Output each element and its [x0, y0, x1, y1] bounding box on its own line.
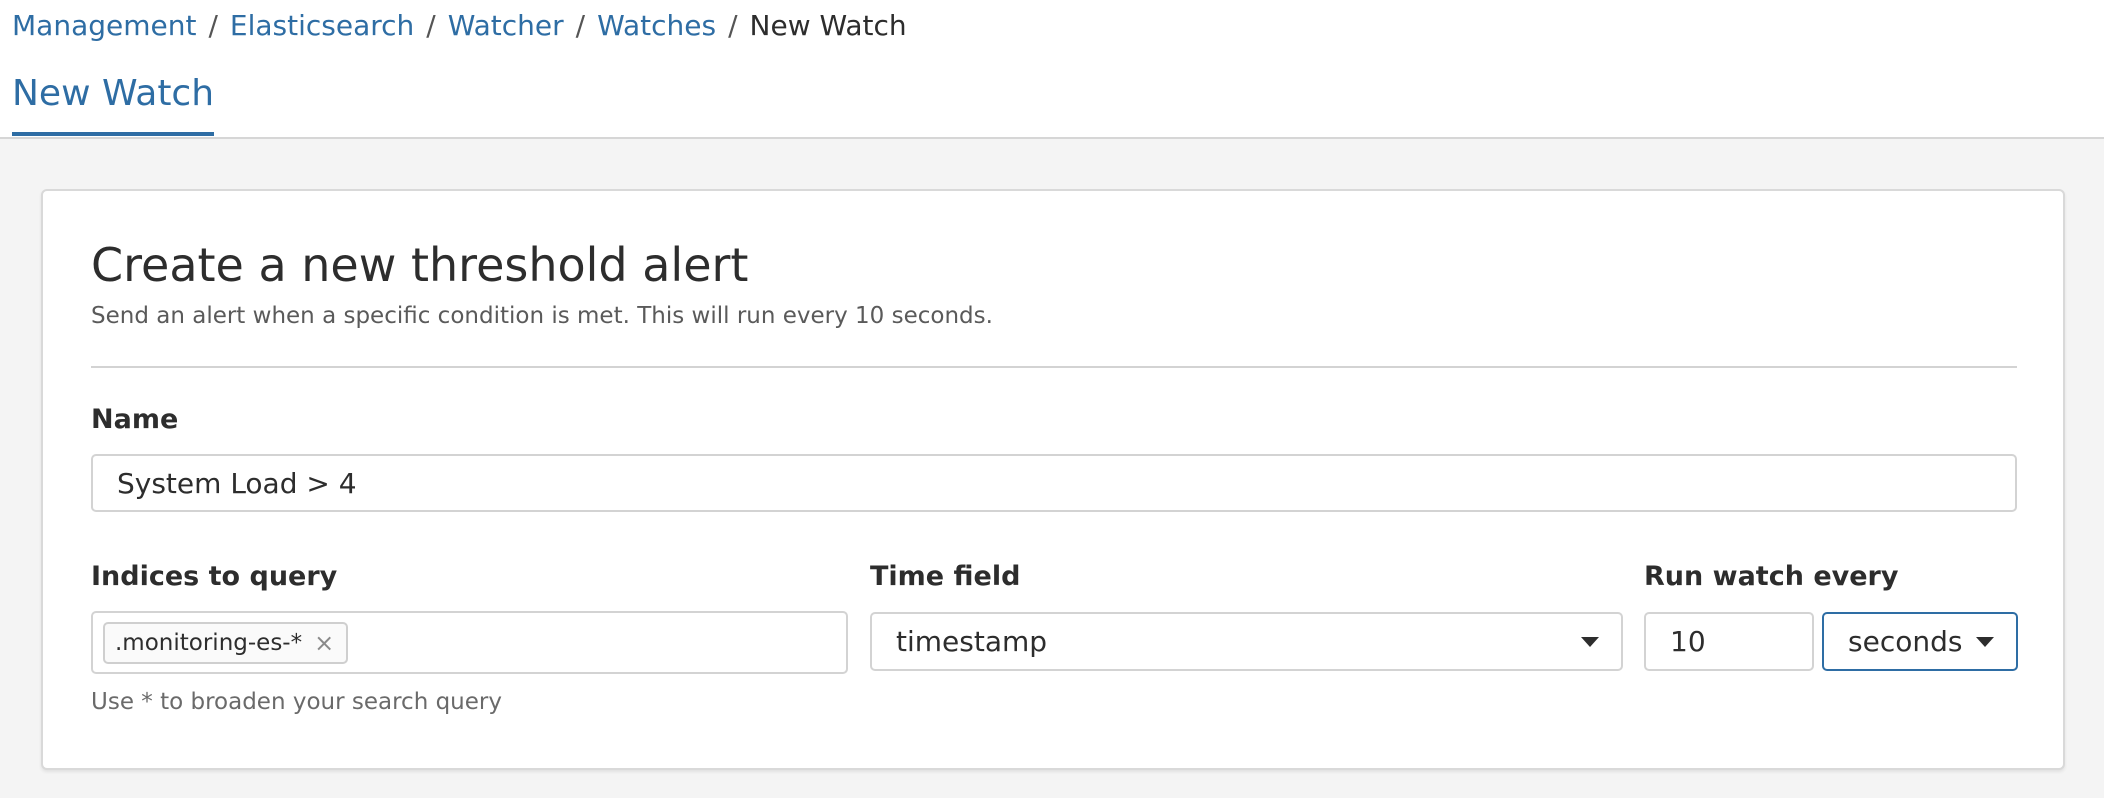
header-bar: Management / Elasticsearch / Watcher / Watches…	[0, 0, 2104, 139]
panel-title: Create a new threshold alert	[91, 238, 749, 292]
chevron-down-icon	[1976, 636, 1994, 647]
threshold-alert-panel: Create a new threshold alert Send an ale…	[41, 189, 2065, 770]
time-field-select[interactable]: timestamp	[870, 612, 1623, 671]
run-every-value: 10	[1670, 625, 1706, 658]
breadcrumb-separator: /	[728, 9, 738, 42]
run-every-unit-value: seconds	[1848, 625, 1963, 658]
remove-chip-icon[interactable]: ×	[314, 629, 334, 657]
name-label: Name	[91, 404, 179, 435]
breadcrumb-watches[interactable]: Watches	[597, 9, 716, 42]
run-every-label: Run watch every	[1644, 561, 1899, 592]
breadcrumb-separator: /	[575, 9, 586, 42]
divider	[91, 366, 2017, 368]
indices-help-text: Use * to broaden your search query	[91, 689, 502, 715]
time-field-label: Time field	[870, 561, 1021, 592]
run-every-number-input[interactable]: 10	[1644, 612, 1814, 671]
breadcrumb-management[interactable]: Management	[12, 9, 196, 42]
breadcrumb: Management / Elasticsearch / Watcher / Watches…	[12, 8, 907, 44]
breadcrumb-watcher[interactable]: Watcher	[448, 9, 564, 42]
panel-description: Send an alert when a specific condition …	[91, 303, 993, 329]
chevron-down-icon	[1581, 636, 1599, 647]
index-chip: .monitoring-es-* ×	[103, 621, 349, 664]
tab-new-watch[interactable]: New Watch	[12, 72, 215, 136]
name-field[interactable]: System Load > 4	[91, 454, 2017, 512]
breadcrumb-separator: /	[426, 9, 436, 42]
name-value: System Load > 4	[117, 466, 357, 500]
breadcrumb-current: New Watch	[749, 9, 907, 42]
breadcrumb-elasticsearch[interactable]: Elasticsearch	[230, 9, 414, 42]
run-every-unit-select[interactable]: seconds	[1822, 612, 2018, 671]
time-field-value: timestamp	[896, 625, 1048, 658]
index-chip-label: .monitoring-es-*	[115, 629, 303, 656]
indices-combobox[interactable]: .monitoring-es-* ×	[91, 611, 848, 674]
breadcrumb-separator: /	[208, 9, 218, 42]
indices-label: Indices to query	[91, 561, 338, 592]
